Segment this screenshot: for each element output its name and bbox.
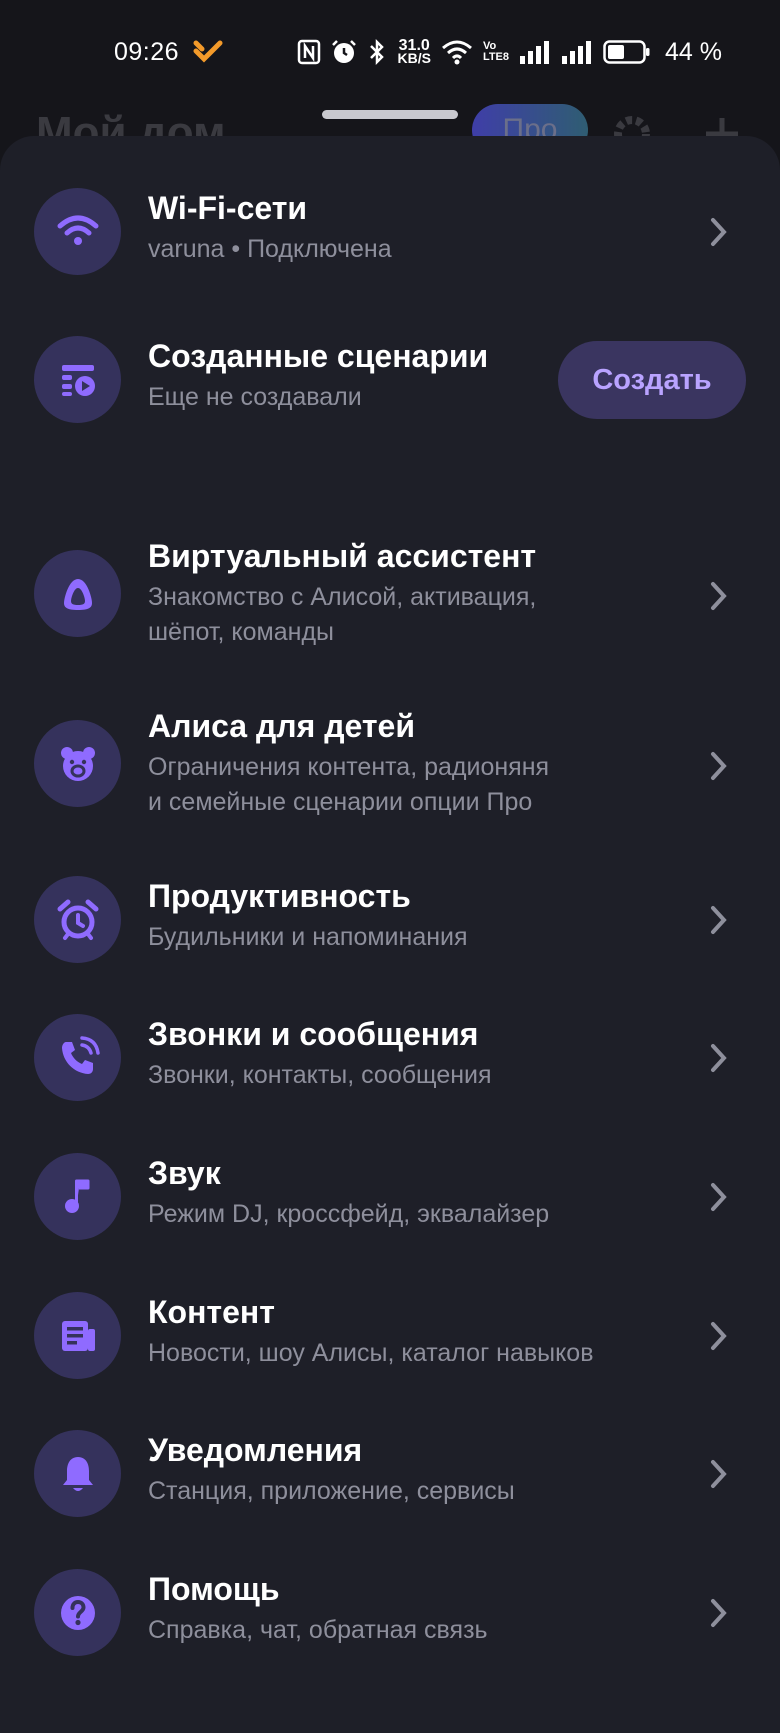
settings-row-sound[interactable]: Звук Режим DJ, кроссфейд, эквалайзер [0,1153,780,1241]
bell-icon [34,1430,121,1517]
chevron-right-icon [711,1044,727,1072]
row-subtitle: Справка, чат, обратная связь [148,1616,488,1644]
row-subtitle: Станция, приложение, сервисы [148,1477,515,1505]
row-subtitle: Новости, шоу Алисы, каталог навыков [148,1339,594,1367]
settings-row-assistant[interactable]: Виртуальный ассистент Знакомство с Алисо… [0,536,780,651]
chevron-right-icon [711,1599,727,1627]
phone-call-icon [34,1014,121,1101]
settings-row-wifi[interactable]: Wi-Fi-сети varuna • Подключена [0,188,780,276]
status-icons: 31.0 KB/S Vo LTE8 44 % [297,38,722,67]
chevron-right-icon [711,218,727,246]
row-title: Помощь [148,1571,280,1607]
status-bar: 09:26 31.0 KB/S Vo LTE8 44 % [0,0,780,104]
row-subtitle: Ограничения контента, радионяня и семейн… [148,753,550,816]
status-time: 09:26 [114,37,180,66]
chevron-right-icon [711,752,727,780]
newspaper-icon [34,1292,121,1379]
row-title: Уведомления [148,1432,363,1468]
bear-icon [34,720,121,807]
create-scenario-button[interactable]: Создать [558,341,746,419]
signal-icon-sim1 [520,41,550,64]
scenario-icon [34,336,121,423]
row-subtitle: Режим DJ, кроссфейд, эквалайзер [148,1200,550,1228]
chevron-right-icon [711,582,727,610]
sheet-grabber[interactable] [322,110,458,119]
chevron-right-icon [711,1460,727,1488]
settings-row-help[interactable]: Помощь Справка, чат, обратная связь [0,1569,780,1657]
battery-icon [603,40,650,64]
row-title: Контент [148,1294,275,1330]
bluetooth-icon [370,38,385,66]
music-note-icon [34,1153,121,1240]
row-subtitle: Звонки, контакты, сообщения [148,1061,492,1089]
settings-sheet: Wi-Fi-сети varuna • Подключена Созданные… [0,136,780,1733]
row-title: Алиса для детей [148,708,416,744]
row-title: Звонки и сообщения [148,1016,479,1052]
row-subtitle: Будильники и напоминания [148,923,468,951]
settings-row-productivity[interactable]: Продуктивность Будильники и напоминания [0,876,780,964]
row-title: Продуктивность [148,878,411,914]
settings-row-notifications[interactable]: Уведомления Станция, приложение, сервисы [0,1430,780,1518]
row-subtitle: Знакомство с Алисой, активация, шёпот, к… [148,583,537,646]
volte-indicator: Vo LTE8 [482,40,510,63]
alice-icon [34,550,121,637]
chevron-right-icon [711,906,727,934]
screen: 09:26 31.0 KB/S Vo LTE8 44 % Мой дом Про… [0,0,780,1733]
alarm-clock-icon [34,876,121,963]
settings-row-content[interactable]: Контент Новости, шоу Алисы, каталог навы… [0,1292,780,1380]
row-title: Звук [148,1155,221,1191]
app-notification-icon [193,40,223,63]
row-subtitle: varuna • Подключена [148,235,392,263]
wifi-icon [34,188,121,275]
settings-row-kids[interactable]: Алиса для детей Ограничения контента, ра… [0,706,780,821]
settings-row-scenarios[interactable]: Созданные сценарии Еще не создавали Созд… [0,336,780,424]
signal-icon-sim2 [562,41,592,64]
settings-row-calls[interactable]: Звонки и сообщения Звонки, контакты, соо… [0,1014,780,1102]
chevron-right-icon [711,1183,727,1211]
battery-percent: 44 % [665,37,722,66]
row-title: Wi-Fi-сети [148,190,308,226]
chevron-right-icon [711,1322,727,1350]
question-icon [34,1569,121,1656]
net-speed: 31.0 KB/S [397,37,431,66]
row-title: Виртуальный ассистент [148,538,537,574]
wifi-status-icon [441,40,472,65]
nfc-icon [298,39,321,65]
alarm-icon [332,40,357,63]
